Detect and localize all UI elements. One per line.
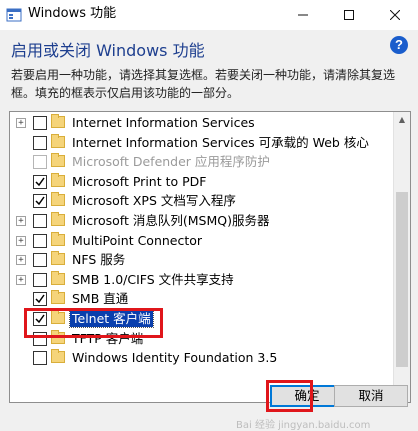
- minimize-button[interactable]: [280, 0, 326, 30]
- feature-row[interactable]: Microsoft XPS 文档写入程序: [10, 191, 393, 211]
- folder-icon: [51, 172, 65, 187]
- feature-label: Windows Identity Foundation 3.5: [72, 350, 278, 366]
- feature-row[interactable]: TFTP 客户端: [10, 329, 393, 349]
- folder-icon: [51, 310, 65, 324]
- feature-label: Telnet 客户端: [69, 309, 154, 328]
- checkmark-icon: [35, 177, 45, 186]
- feature-row[interactable]: + Internet Information Services: [10, 113, 393, 133]
- feature-row[interactable]: + SMB 1.0/CIFS 文件共享支持: [10, 270, 393, 290]
- close-icon: [390, 10, 400, 20]
- feature-label: Microsoft XPS 文档写入程序: [72, 193, 236, 209]
- checkmark-icon: [35, 314, 45, 324]
- feature-row[interactable]: + MultiPoint Connector: [10, 231, 393, 251]
- scroll-up-arrow-icon[interactable]: ▲: [394, 112, 410, 128]
- folder-icon: [51, 212, 65, 226]
- folder-icon: [51, 251, 65, 266]
- help-icon[interactable]: ?: [390, 36, 408, 54]
- feature-row[interactable]: + Microsoft 消息队列(MSMQ)服务器: [10, 211, 393, 231]
- feature-row[interactable]: + NFS 服务: [10, 250, 393, 270]
- feature-checkbox[interactable]: [33, 194, 47, 209]
- feature-row[interactable]: Microsoft Defender 应用程序防护: [10, 152, 393, 172]
- feature-label: Microsoft Defender 应用程序防护: [72, 154, 270, 170]
- folder-icon: [51, 290, 65, 305]
- feature-row[interactable]: Telnet 客户端: [10, 309, 393, 329]
- feature-label: Internet Information Services: [72, 115, 255, 130]
- maximize-button[interactable]: [326, 0, 372, 30]
- windows-features-app-icon: [6, 8, 22, 22]
- cancel-button[interactable]: 取消: [334, 385, 408, 407]
- feature-checkbox: [33, 155, 47, 170]
- feature-checkbox[interactable]: [33, 331, 47, 346]
- folder-icon: [51, 329, 65, 344]
- feature-label: Microsoft Print to PDF: [72, 173, 207, 189]
- feature-checkbox[interactable]: [33, 116, 47, 130]
- expand-plus-icon[interactable]: +: [16, 255, 26, 266]
- expand-plus-icon[interactable]: +: [16, 118, 26, 128]
- checkmark-icon: [35, 294, 45, 304]
- feature-row[interactable]: Internet Information Services 可承载的 Web 核…: [10, 133, 393, 153]
- watermark: Bai 经验 jingyan.baidu.com: [236, 420, 371, 431]
- dialog-heading: 启用或关闭 Windows 功能: [11, 41, 205, 60]
- feature-checkbox[interactable]: [33, 312, 47, 326]
- feature-label: Microsoft 消息队列(MSMQ)服务器: [72, 213, 270, 228]
- feature-label: NFS 服务: [72, 252, 126, 268]
- folder-icon: [51, 153, 65, 168]
- folder-icon: [51, 133, 65, 148]
- close-button[interactable]: [372, 0, 418, 30]
- feature-row[interactable]: Windows Identity Foundation 3.5: [10, 348, 393, 368]
- window-title: Windows 功能: [28, 6, 117, 21]
- feature-checkbox[interactable]: [33, 351, 47, 366]
- feature-label: SMB 直通: [72, 291, 129, 307]
- minimize-icon: [298, 14, 308, 16]
- feature-checkbox[interactable]: [33, 272, 47, 287]
- features-tree: + Internet Information Services Internet I…: [9, 111, 411, 403]
- feature-checkbox[interactable]: [33, 233, 47, 248]
- title-bar: Windows 功能: [0, 0, 418, 30]
- feature-label: SMB 1.0/CIFS 文件共享支持: [72, 271, 234, 287]
- folder-icon: [51, 270, 65, 285]
- feature-row[interactable]: SMB 直通: [10, 289, 393, 309]
- folder-icon: [51, 231, 65, 246]
- dialog-body: 启用或关闭 Windows 功能 ? 若要启用一种功能，请选择其复选框。若要关闭…: [0, 30, 418, 431]
- feature-checkbox[interactable]: [33, 214, 47, 228]
- feature-row[interactable]: Microsoft Print to PDF: [10, 172, 393, 192]
- expand-plus-icon[interactable]: +: [16, 235, 26, 246]
- folder-icon: [51, 114, 65, 128]
- feature-label: Internet Information Services 可承载的 Web 核…: [72, 134, 369, 150]
- feature-checkbox[interactable]: [33, 174, 47, 189]
- expand-plus-icon[interactable]: +: [16, 274, 26, 285]
- checkmark-icon: [35, 196, 45, 206]
- folder-icon: [51, 349, 65, 364]
- vertical-scrollbar[interactable]: ▲ ▼: [393, 112, 410, 402]
- expand-plus-icon[interactable]: +: [16, 216, 26, 226]
- maximize-icon: [344, 10, 354, 20]
- folder-icon: [51, 192, 65, 207]
- feature-label: MultiPoint Connector: [72, 232, 203, 248]
- feature-label: TFTP 客户端: [72, 330, 144, 346]
- scroll-thumb[interactable]: [396, 192, 408, 367]
- feature-checkbox[interactable]: [33, 135, 47, 150]
- feature-checkbox[interactable]: [33, 253, 47, 268]
- ok-button[interactable]: 确定: [270, 385, 344, 407]
- feature-checkbox[interactable]: [33, 292, 47, 307]
- instructions-text: 若要启用一种功能，请选择其复选框。若要关闭一种功能，请清除其复选框。填充的框表示…: [11, 68, 396, 100]
